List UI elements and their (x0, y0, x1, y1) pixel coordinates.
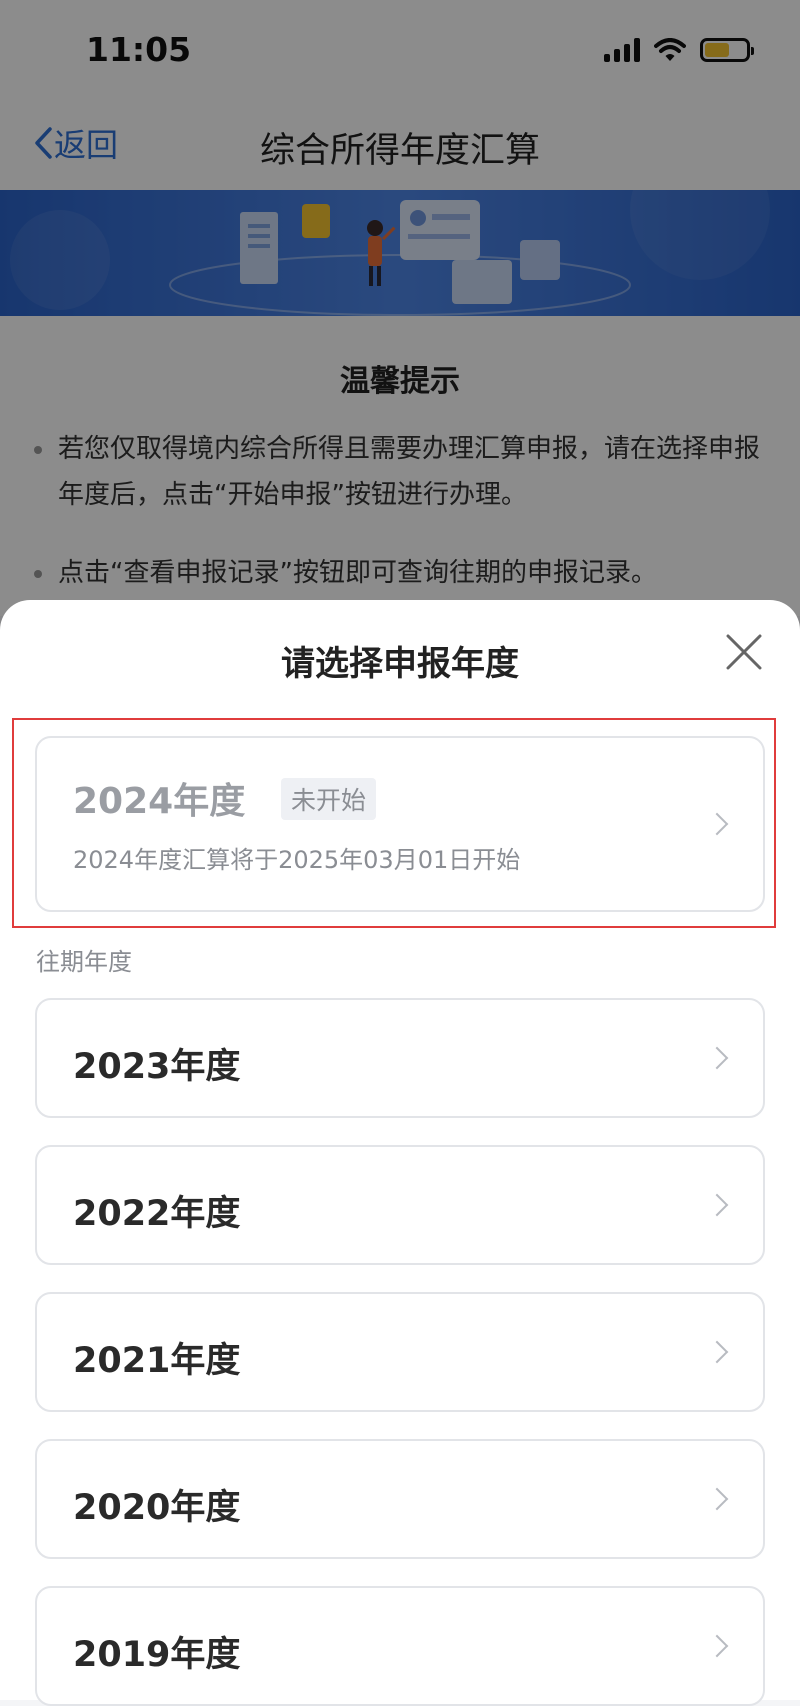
year-label: 2024年度 (73, 781, 246, 822)
chevron-right-icon (705, 1340, 729, 1364)
year-label: 2019年度 (73, 1635, 241, 1675)
chevron-right-icon (705, 812, 729, 836)
year-card[interactable]: 2020年度 (35, 1439, 765, 1559)
status-badge: 未开始 (281, 778, 377, 820)
year-card-current[interactable]: 2024年度 未开始 2024年度汇算将于2025年03月01日开始 (35, 736, 765, 912)
year-card[interactable]: 2021年度 (35, 1292, 765, 1412)
chevron-right-icon (705, 1487, 729, 1511)
year-card[interactable]: 2022年度 (35, 1145, 765, 1265)
year-select-sheet: 请选择申报年度 2024年度 未开始 2024年度汇算将于2025年03月01日… (0, 600, 800, 1706)
year-description: 2024年度汇算将于2025年03月01日开始 (73, 846, 521, 874)
year-label: 2021年度 (73, 1341, 241, 1381)
year-label: 2022年度 (73, 1194, 241, 1234)
close-icon[interactable] (722, 630, 766, 674)
year-label: 2023年度 (73, 1047, 241, 1087)
past-years-label: 往期年度 (36, 948, 132, 976)
sheet-title: 请选择申报年度 (281, 644, 519, 684)
year-card[interactable]: 2023年度 (35, 998, 765, 1118)
chevron-right-icon (705, 1046, 729, 1070)
year-card[interactable]: 2019年度 (35, 1586, 765, 1706)
chevron-right-icon (705, 1634, 729, 1658)
year-label: 2020年度 (73, 1488, 241, 1528)
chevron-right-icon (705, 1193, 729, 1217)
